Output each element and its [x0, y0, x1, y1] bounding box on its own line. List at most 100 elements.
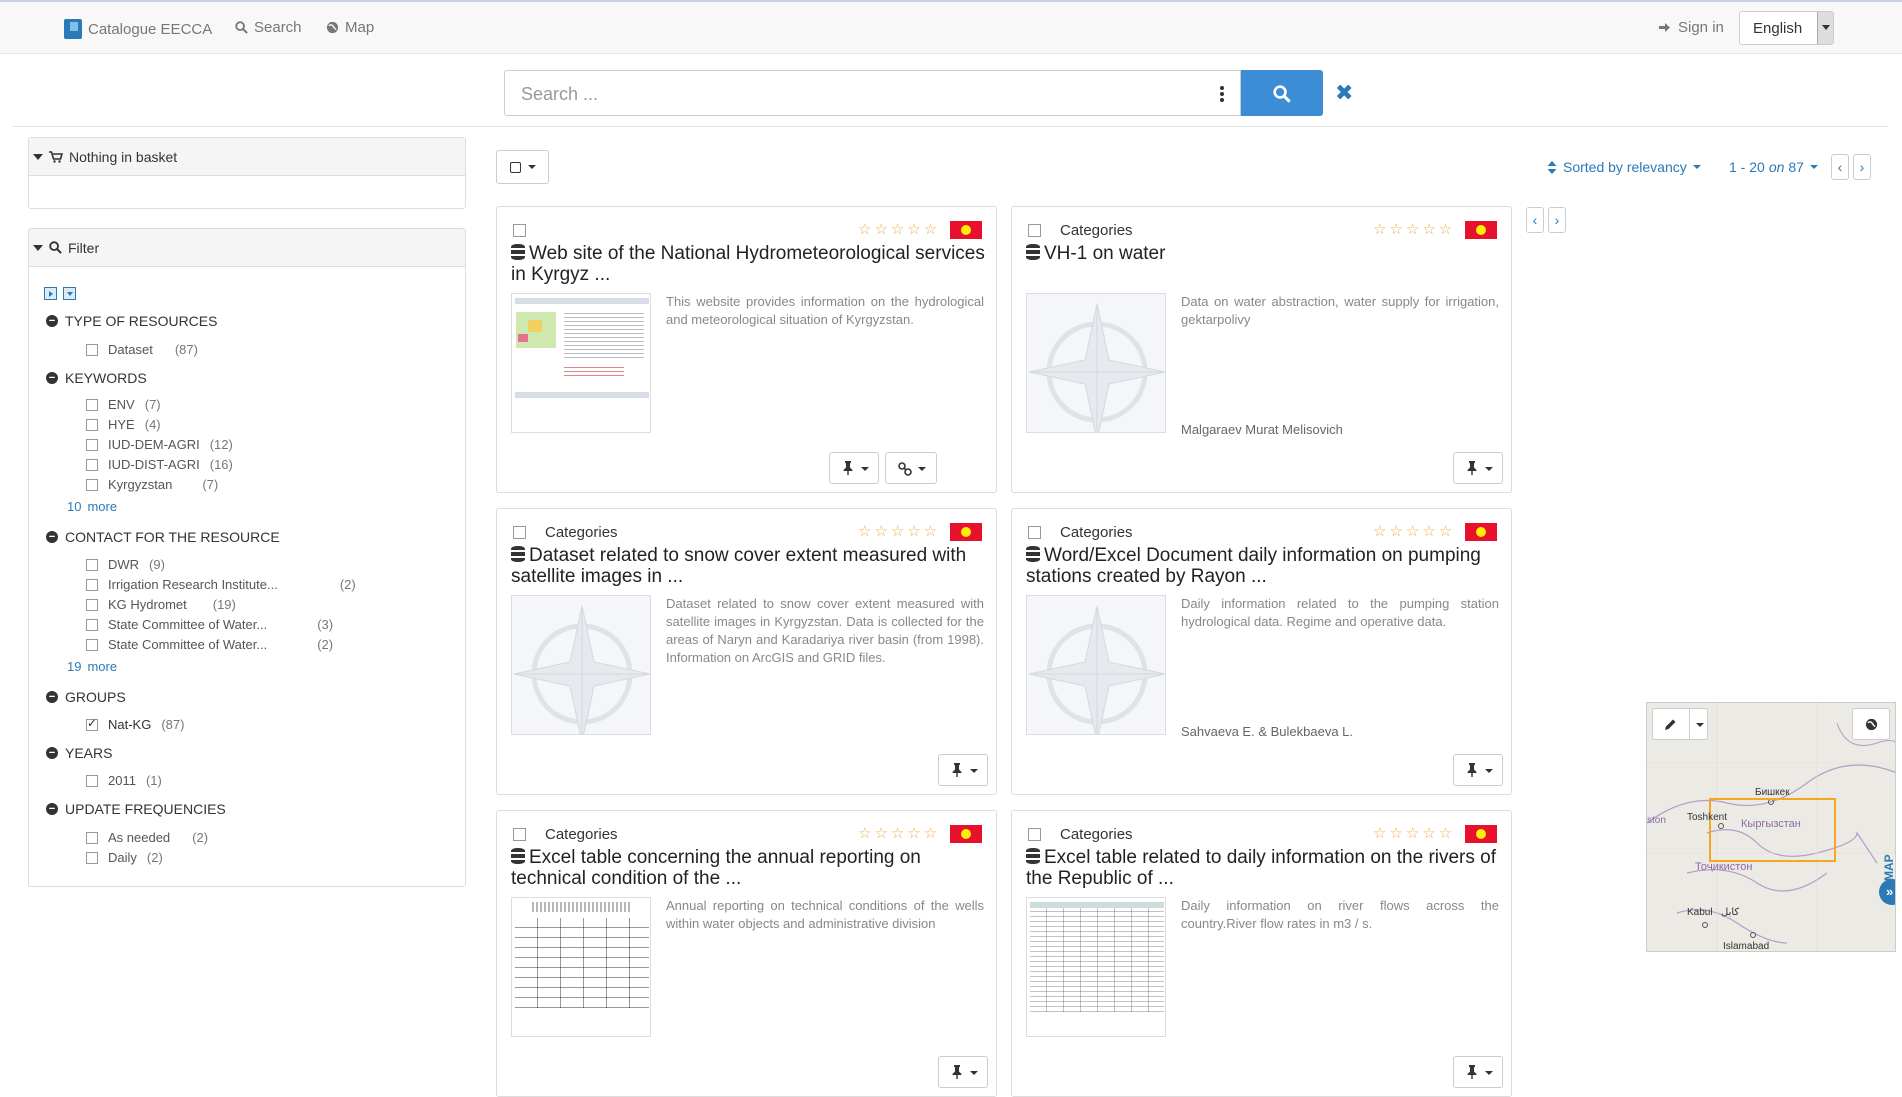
facet-item[interactable]: IUD-DEM-AGRI (12)	[86, 437, 233, 452]
sign-in-link[interactable]: Sign in	[1658, 19, 1724, 36]
select-checkbox[interactable]	[513, 224, 526, 237]
rating-stars-icon[interactable]: ☆☆☆☆☆	[858, 220, 940, 238]
rating-stars-icon[interactable]: ☆☆☆☆☆	[1373, 220, 1455, 238]
facet-groups[interactable]: − GROUPS	[46, 689, 126, 705]
result-card[interactable]: Categories ☆☆☆☆☆ VH-1 on water Data on wate…	[1011, 206, 1512, 493]
clear-search-button[interactable]: ✖	[1335, 80, 1353, 106]
facet-item[interactable]: Nat-KG (87)	[86, 716, 184, 732]
checkbox[interactable]	[86, 851, 98, 864]
result-title-link[interactable]: Word/Excel Document daily information on…	[1026, 545, 1506, 587]
checkbox[interactable]	[86, 774, 98, 787]
search-submit-button[interactable]	[1241, 70, 1323, 116]
checkbox[interactable]	[86, 343, 98, 356]
result-thumbnail[interactable]	[1026, 897, 1166, 1037]
facet-keywords[interactable]: − KEYWORDS	[46, 370, 147, 386]
select-checkbox[interactable]	[513, 828, 526, 841]
result-card[interactable]: ☆☆☆☆☆ Web site of the National Hydrometeo…	[496, 206, 997, 493]
select-checkbox[interactable]	[1028, 828, 1041, 841]
more-contacts-link[interactable]: 19 more	[67, 659, 117, 674]
checkbox[interactable]	[86, 418, 98, 431]
next-page-button-secondary[interactable]: ›	[1548, 207, 1566, 233]
result-card[interactable]: Categories ☆☆☆☆☆ Dataset related to snow c…	[496, 508, 997, 795]
checkbox-checked[interactable]	[86, 716, 98, 731]
checkbox[interactable]	[86, 438, 98, 451]
select-checkbox[interactable]	[1028, 526, 1041, 539]
facet-item[interactable]: State Committee of Water... (2)	[86, 637, 333, 652]
mini-map[interactable]: Бишкек Toshkent Кыргызстан Тоҷикистон Ka…	[1646, 702, 1896, 952]
facet-item[interactable]: HYE (4)	[86, 417, 161, 432]
actions-dropdown-button[interactable]	[938, 754, 988, 786]
checkbox[interactable]	[86, 618, 98, 631]
select-checkbox[interactable]	[513, 526, 526, 539]
facet-item[interactable]: 2011 (1)	[86, 773, 162, 788]
more-keywords-link[interactable]: 10 more	[67, 499, 117, 514]
checkbox[interactable]	[86, 598, 98, 611]
rating-stars-icon[interactable]: ☆☆☆☆☆	[1373, 824, 1455, 842]
checkbox[interactable]	[86, 831, 98, 844]
facet-contact[interactable]: − CONTACT FOR THE RESOURCE	[46, 529, 280, 545]
nav-map-link[interactable]: Map	[326, 19, 374, 36]
facet-item[interactable]: Daily (2)	[86, 850, 163, 865]
rating-stars-icon[interactable]: ☆☆☆☆☆	[1373, 522, 1455, 540]
language-select[interactable]: English	[1739, 11, 1834, 45]
result-title-link[interactable]: Excel table concerning the annual report…	[511, 847, 991, 889]
result-title-link[interactable]: VH-1 on water	[1026, 243, 1506, 264]
facet-title: KEYWORDS	[65, 370, 147, 386]
result-card[interactable]: Categories ☆☆☆☆☆ Excel table related to da…	[1011, 810, 1512, 1097]
checkbox[interactable]	[86, 578, 98, 591]
map-layers-button[interactable]	[1852, 708, 1890, 740]
chevron-down-icon[interactable]	[1817, 12, 1833, 44]
select-checkbox[interactable]	[1028, 224, 1041, 237]
facet-years[interactable]: − YEARS	[46, 745, 112, 761]
filter-header[interactable]: Filter	[29, 229, 465, 267]
facet-item[interactable]: As needed (2)	[86, 830, 208, 845]
links-dropdown-button[interactable]	[885, 452, 937, 484]
previous-page-button-secondary[interactable]: ‹	[1526, 207, 1544, 233]
facet-item[interactable]: ENV (7)	[86, 397, 161, 412]
rating-stars-icon[interactable]: ☆☆☆☆☆	[858, 522, 940, 540]
pagination-range-dropdown[interactable]: 1 - 20 on 87	[1729, 159, 1818, 175]
checkbox[interactable]	[86, 458, 98, 471]
nav-search-link[interactable]: Search	[235, 19, 302, 36]
facet-item[interactable]: Irrigation Research Institute... (2)	[86, 577, 356, 592]
search-options-button[interactable]	[1203, 70, 1241, 116]
result-thumbnail[interactable]	[1026, 293, 1166, 433]
checkbox[interactable]	[86, 478, 98, 491]
actions-dropdown-button[interactable]	[1453, 1056, 1503, 1088]
collapse-all-icon[interactable]	[63, 287, 76, 300]
brand-link[interactable]: Catalogue EECCA	[64, 19, 212, 39]
result-title-link[interactable]: Excel table related to daily information…	[1026, 847, 1506, 889]
search-input[interactable]: Search ...	[504, 70, 1204, 116]
rating-stars-icon[interactable]: ☆☆☆☆☆	[858, 824, 940, 842]
basket-header[interactable]: Nothing in basket	[29, 138, 465, 176]
result-title-link[interactable]: Dataset related to snow cover extent mea…	[511, 545, 991, 587]
actions-dropdown-button[interactable]	[1453, 452, 1503, 484]
select-all-dropdown[interactable]	[496, 150, 549, 184]
actions-dropdown-button[interactable]	[1453, 754, 1503, 786]
actions-dropdown-button[interactable]	[938, 1056, 988, 1088]
checkbox[interactable]	[86, 638, 98, 651]
facet-update-frequencies[interactable]: − UPDATE FREQUENCIES	[46, 801, 226, 817]
result-card[interactable]: Categories ☆☆☆☆☆ Word/Excel Document daily…	[1011, 508, 1512, 795]
expand-all-icon[interactable]	[44, 287, 57, 300]
result-thumbnail[interactable]	[511, 595, 651, 735]
result-thumbnail[interactable]	[1026, 595, 1166, 735]
result-card[interactable]: Categories ☆☆☆☆☆ Excel table concerning th…	[496, 810, 997, 1097]
checkbox[interactable]	[86, 398, 98, 411]
facet-item[interactable]: Dataset (87)	[86, 342, 198, 357]
facet-item[interactable]: KG Hydromet (19)	[86, 597, 236, 612]
result-title-link[interactable]: Web site of the National Hydrometeorolog…	[511, 243, 991, 285]
result-thumbnail[interactable]	[511, 897, 651, 1037]
checkbox[interactable]	[86, 558, 98, 571]
facet-item[interactable]: DWR (9)	[86, 557, 165, 572]
facet-item[interactable]: State Committee of Water... (3)	[86, 617, 333, 632]
actions-dropdown-button[interactable]	[829, 452, 879, 484]
previous-page-button[interactable]: ‹	[1831, 154, 1849, 180]
facet-type-of-resources[interactable]: − TYPE OF RESOURCES	[46, 313, 217, 329]
result-thumbnail[interactable]	[511, 293, 651, 433]
facet-item[interactable]: IUD-DIST-AGRI (16)	[86, 457, 233, 472]
draw-tool-button[interactable]	[1652, 708, 1708, 740]
next-page-button[interactable]: ›	[1853, 154, 1871, 180]
facet-item[interactable]: Kyrgyzstan (7)	[86, 477, 218, 492]
sort-dropdown[interactable]: Sorted by relevancy	[1547, 159, 1701, 175]
